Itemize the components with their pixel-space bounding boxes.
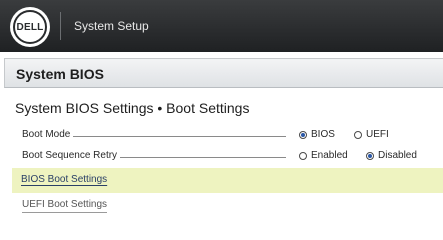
radio-label-uefi: UEFI — [366, 129, 389, 140]
radio-selected-icon[interactable] — [299, 130, 307, 139]
dell-logo: DELL — [10, 7, 50, 47]
radio-unselected-icon[interactable] — [354, 130, 362, 139]
radio-boot-mode-uefi[interactable]: UEFI — [354, 129, 389, 140]
radio-label-bios: BIOS — [311, 129, 335, 140]
dell-logo-text: DELL — [13, 10, 47, 44]
section-title: System BIOS — [16, 66, 104, 82]
app-title: System Setup — [74, 19, 149, 33]
setting-label-boot-mode: Boot Mode — [22, 129, 74, 140]
radio-label-enabled: Enabled — [311, 150, 348, 161]
radio-selected-icon[interactable] — [366, 151, 374, 160]
header-divider — [60, 12, 61, 40]
setting-row-boot-mode: Boot Mode BIOS UEFI — [22, 128, 437, 144]
radio-boot-mode-bios[interactable]: BIOS — [299, 129, 335, 140]
leader-line — [120, 157, 286, 158]
leader-line — [70, 136, 286, 137]
radio-label-disabled: Disabled — [378, 150, 417, 161]
setting-row-boot-sequence-retry: Boot Sequence Retry Enabled Disabled — [22, 149, 437, 165]
radio-unselected-icon[interactable] — [299, 151, 307, 160]
uefi-boot-settings-link[interactable]: UEFI Boot Settings — [22, 199, 108, 213]
page-title: System BIOS Settings • Boot Settings — [15, 100, 250, 116]
section-header: System BIOS — [4, 58, 443, 88]
setting-label-boot-sequence-retry: Boot Sequence Retry — [22, 150, 121, 161]
top-bar: DELL System Setup — [0, 0, 443, 52]
bios-boot-settings-link[interactable]: BIOS Boot Settings — [21, 174, 107, 185]
radio-retry-disabled[interactable]: Disabled — [366, 150, 417, 161]
bios-boot-settings-row[interactable]: BIOS Boot Settings — [12, 168, 443, 193]
radio-retry-enabled[interactable]: Enabled — [299, 150, 348, 161]
